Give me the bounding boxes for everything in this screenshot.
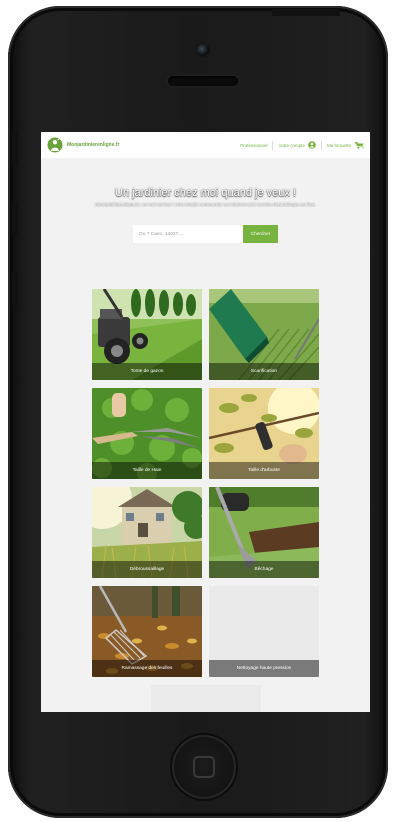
hero-subtitle: Monjardinierenligne.fr, un vrai service … — [95, 202, 316, 207]
search-button[interactable]: Chercher — [243, 225, 278, 243]
brand-name[interactable]: Monjardinierenligne.fr — [67, 142, 120, 148]
power-button — [272, 9, 340, 16]
nav-cart-label: Ma brouette — [326, 142, 351, 148]
service-tile-ramassage-des-feuilles[interactable]: Ramassage des feuilles — [92, 586, 202, 677]
location-search-input[interactable] — [133, 225, 243, 243]
service-tile-taille-de-haie[interactable]: Taille de Haie — [92, 388, 202, 479]
header-nav: Professionnel Votre compte Ma brouette — [240, 140, 364, 150]
service-label: Ramassage des feuilles — [92, 660, 202, 677]
nav-cart-link[interactable]: Ma brouette — [327, 141, 364, 149]
service-label: Nettoyage haute pression — [209, 660, 319, 677]
service-label: Tonte de gazon — [92, 363, 202, 380]
footer-placeholder — [151, 685, 261, 712]
service-tile-debroussaillage[interactable]: Débroussaillage — [92, 487, 202, 578]
wheelbarrow-icon — [354, 142, 364, 149]
front-camera — [197, 44, 209, 56]
nav-divider — [272, 140, 274, 150]
service-label: Scarification — [209, 363, 319, 380]
volume-up-button — [12, 202, 18, 236]
service-tile-bechage[interactable]: Bêchage — [209, 487, 319, 578]
gardener-logo-icon[interactable] — [47, 137, 63, 153]
nav-account-label: Votre compte — [278, 142, 305, 148]
service-tile-scarification[interactable]: Scarification — [209, 289, 319, 380]
nav-account-link[interactable]: Votre compte — [278, 141, 316, 149]
nav-professionnel-label: Professionnel — [240, 142, 268, 148]
site-header: Monjardinierenligne.fr Professionnel Vot… — [41, 132, 370, 158]
service-tile-taille-d-arbuste[interactable]: Taille d'arbuste — [209, 388, 319, 479]
earpiece-speaker — [168, 76, 238, 86]
hero-title: Un jardinier chez moi quand je veux ! — [115, 187, 296, 199]
phone-screen: Monjardinierenligne.fr Professionnel Vot… — [41, 132, 370, 712]
service-tile-tonte-de-gazon[interactable]: Tonte de gazon — [92, 289, 202, 380]
service-label: Bêchage — [209, 561, 319, 578]
mute-switch — [12, 130, 18, 166]
service-label: Taille de Haie — [92, 462, 202, 479]
service-tile-nettoyage-haute-pression[interactable]: Nettoyage haute pression — [209, 586, 319, 677]
home-button-icon — [193, 756, 215, 778]
search-bar: Chercher — [133, 225, 278, 243]
user-icon — [308, 141, 316, 149]
volume-down-button — [12, 272, 18, 306]
nav-divider — [320, 140, 322, 150]
nav-professionnel-link[interactable]: Professionnel — [240, 143, 267, 148]
service-label: Débroussaillage — [92, 561, 202, 578]
service-label: Taille d'arbuste — [209, 462, 319, 479]
